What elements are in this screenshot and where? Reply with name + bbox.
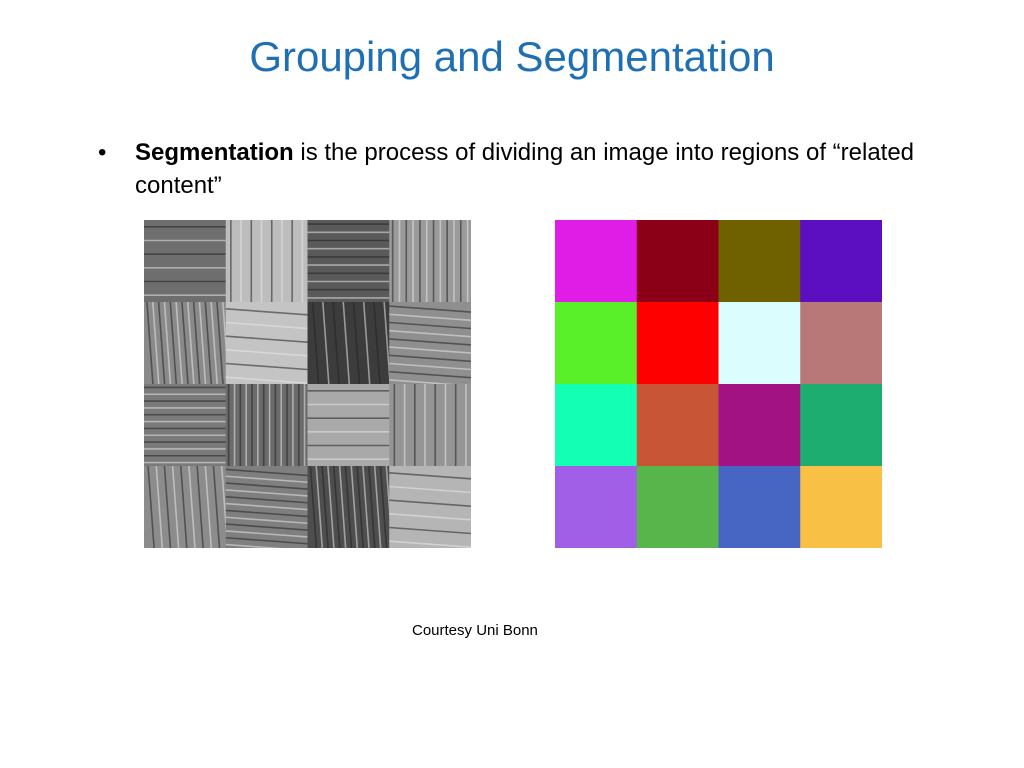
texture-tile-r2c4 bbox=[389, 302, 471, 387]
segment-region-r1c4 bbox=[800, 220, 882, 303]
texture-tile-r1c4 bbox=[389, 220, 471, 303]
texture-tile-r3c3 bbox=[307, 384, 390, 467]
texture-tile-r4c2 bbox=[225, 466, 308, 548]
bullet-marker: • bbox=[98, 139, 107, 166]
texture-tile-r3c1 bbox=[144, 384, 227, 467]
segment-region-r4c4 bbox=[800, 466, 882, 548]
texture-tile-r4c3 bbox=[307, 465, 394, 548]
texture-tile-r4c4 bbox=[389, 466, 471, 548]
segment-region-r2c2 bbox=[636, 302, 719, 385]
segment-region-r4c1 bbox=[555, 466, 638, 548]
segment-region-r3c3 bbox=[718, 384, 801, 467]
slide-title: Grouping and Segmentation bbox=[249, 33, 775, 80]
segment-region-r3c1 bbox=[555, 384, 638, 467]
segment-region-r4c3 bbox=[718, 466, 801, 548]
segment-region-r4c2 bbox=[636, 466, 719, 548]
segment-region-r1c3 bbox=[718, 220, 801, 303]
texture-tile-r4c1 bbox=[144, 465, 229, 548]
segment-region-r2c1 bbox=[555, 302, 638, 385]
texture-mosaic-svg bbox=[144, 220, 471, 548]
texture-tile-r1c3 bbox=[307, 220, 390, 303]
texture-tile-r3c4 bbox=[389, 384, 471, 467]
segment-region-r3c2 bbox=[636, 384, 719, 467]
texture-tile-r2c2 bbox=[225, 302, 308, 385]
texture-tile-r3c2 bbox=[225, 384, 308, 467]
segment-region-r3c4 bbox=[800, 384, 882, 467]
segment-region-r2c4 bbox=[800, 302, 882, 385]
bullet-term: Segmentation bbox=[135, 139, 294, 166]
segment-region-r1c2 bbox=[636, 220, 719, 303]
segment-region-r2c3 bbox=[718, 302, 801, 385]
texture-tile-r2c3 bbox=[307, 301, 391, 385]
segment-region-r1c1 bbox=[555, 220, 638, 303]
bullet-text: Segmentation is the process of dividing … bbox=[135, 136, 975, 202]
texture-mosaic-image bbox=[144, 220, 471, 548]
segmentation-map-svg bbox=[555, 220, 882, 548]
image-caption: Courtesy Uni Bonn bbox=[412, 622, 538, 639]
segmentation-result-image bbox=[555, 220, 882, 548]
texture-tile-r1c1 bbox=[144, 220, 227, 303]
texture-tile-r1c2 bbox=[225, 220, 308, 303]
texture-tile-r2c1 bbox=[144, 301, 230, 385]
